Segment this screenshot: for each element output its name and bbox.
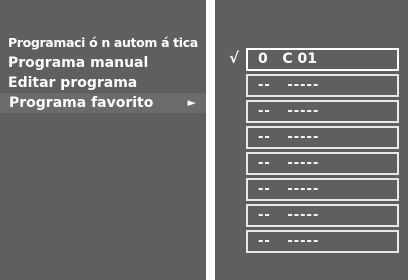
favorite-slot-1[interactable]: 0 C 01 [246,48,399,71]
menu-item-label: Programaci ó n autom á tica [8,35,198,50]
menu-item-label: Programa manual [8,55,149,71]
favorite-program-panel: √ 0 C 01 -- ----- -- ----- -- ----- -- -… [215,0,408,280]
slot-text: -- ----- [258,104,320,119]
program-menu-list: Programaci ó n autom á tica Programa man… [0,33,206,113]
menu-item-manual-programming[interactable]: Programa manual [7,53,206,73]
slot-text: -- ----- [258,234,320,249]
tv-setup-screen: Programaci ó n autom á tica Programa man… [0,0,408,280]
favorite-slot-2[interactable]: -- ----- [246,74,399,97]
favorite-slot-5[interactable]: -- ----- [246,152,399,175]
favorite-slot-3[interactable]: -- ----- [246,100,399,123]
favorite-slot-8[interactable]: -- ----- [246,230,399,253]
favorite-slot-7[interactable]: -- ----- [246,204,399,227]
submenu-arrow-icon: ► [187,96,196,109]
slot-text: -- ----- [258,78,320,93]
menu-item-auto-programming[interactable]: Programaci ó n autom á tica [7,33,206,53]
slot-text: -- ----- [258,156,320,171]
slot-text: -- ----- [258,130,320,145]
slot-text: 0 C 01 [258,51,317,67]
checkmark-icon: √ [229,49,240,67]
panel-divider [206,0,208,280]
slot-text: -- ----- [258,208,320,223]
favorite-slot-4[interactable]: -- ----- [246,126,399,149]
menu-item-edit-program[interactable]: Editar programa [7,73,206,93]
favorite-slot-6[interactable]: -- ----- [246,178,399,201]
menu-item-label: Programa favorito [9,95,154,111]
program-menu-panel: Programaci ó n autom á tica Programa man… [0,0,206,280]
menu-item-label: Editar programa [8,75,138,91]
menu-item-favorite-program[interactable]: Programa favorito ► [0,93,206,113]
slot-text: -- ----- [258,182,320,197]
